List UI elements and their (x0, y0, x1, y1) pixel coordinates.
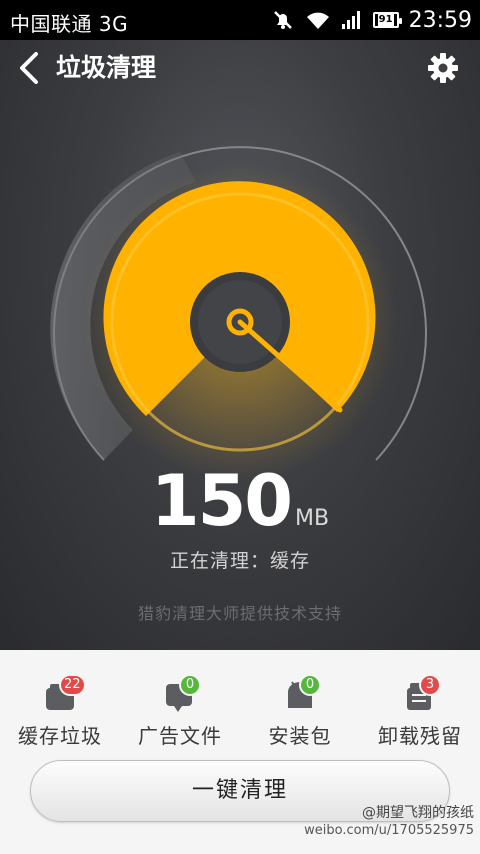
category-label: 安装包 (268, 724, 332, 748)
category-label: 广告文件 (138, 724, 222, 748)
cleaning-status: 正在清理：缓存 (169, 550, 310, 572)
clock: 23:59 (408, 7, 472, 33)
category-label: 缓存垃圾 (18, 724, 102, 748)
carrier-label: 中国联通 3G (10, 12, 129, 36)
wifi-icon (305, 9, 331, 31)
apk-icon: 0 (280, 674, 321, 714)
category-cache[interactable]: 22 缓存垃圾 (0, 674, 120, 749)
battery-icon: 91 (372, 12, 402, 28)
cleaned-size: 150 MB (0, 460, 480, 542)
apk-count-badge: 0 (299, 674, 321, 696)
status-bar: 中国联通 3G 91 23:59 (0, 0, 480, 40)
mute-icon (271, 8, 295, 32)
size-unit: MB (295, 506, 330, 531)
watermark-handle: @期望飞翔的孩纸 (362, 805, 474, 821)
battery-level: 91 (377, 14, 394, 26)
gear-icon (428, 53, 458, 83)
cache-count-badge: 22 (59, 674, 86, 696)
cleaning-gauge (50, 146, 427, 480)
watermark-url: weibo.com/u/1705525975 (304, 823, 474, 838)
settings-button[interactable] (426, 51, 460, 85)
top-bar: 垃圾清理 (0, 40, 480, 96)
main-panel: 垃圾清理 150 MB 正在清理：缓存 猎豹清理大师提供技术支持 (0, 40, 480, 650)
status-icons: 91 23:59 (271, 6, 472, 34)
uninstall-residue-count-badge: 3 (419, 674, 441, 696)
back-button[interactable] (14, 50, 46, 86)
category-uninstall-residue[interactable]: 3 卸载残留 (360, 674, 480, 749)
uninstall-residue-icon: 3 (400, 674, 441, 714)
powered-by-text: 猎豹清理大师提供技术支持 (137, 604, 342, 623)
chevron-left-icon (20, 52, 38, 84)
category-apk[interactable]: 0 安装包 (240, 674, 360, 749)
bottom-panel: 22 缓存垃圾 0 广告文件 0 安装包 3 卸载残留 一键清理 @期望飞翔的孩… (0, 650, 480, 854)
signal-icon (341, 10, 363, 30)
ad-files-count-badge: 0 (179, 674, 201, 696)
category-label: 卸载残留 (378, 724, 462, 748)
ad-file-icon: 0 (160, 674, 201, 714)
size-value: 150 (150, 460, 293, 542)
cache-icon: 22 (40, 674, 86, 714)
category-ad-files[interactable]: 0 广告文件 (120, 674, 240, 749)
watermark: @期望飞翔的孩纸 weibo.com/u/1705525975 (304, 805, 474, 839)
page-title: 垃圾清理 (56, 53, 157, 82)
